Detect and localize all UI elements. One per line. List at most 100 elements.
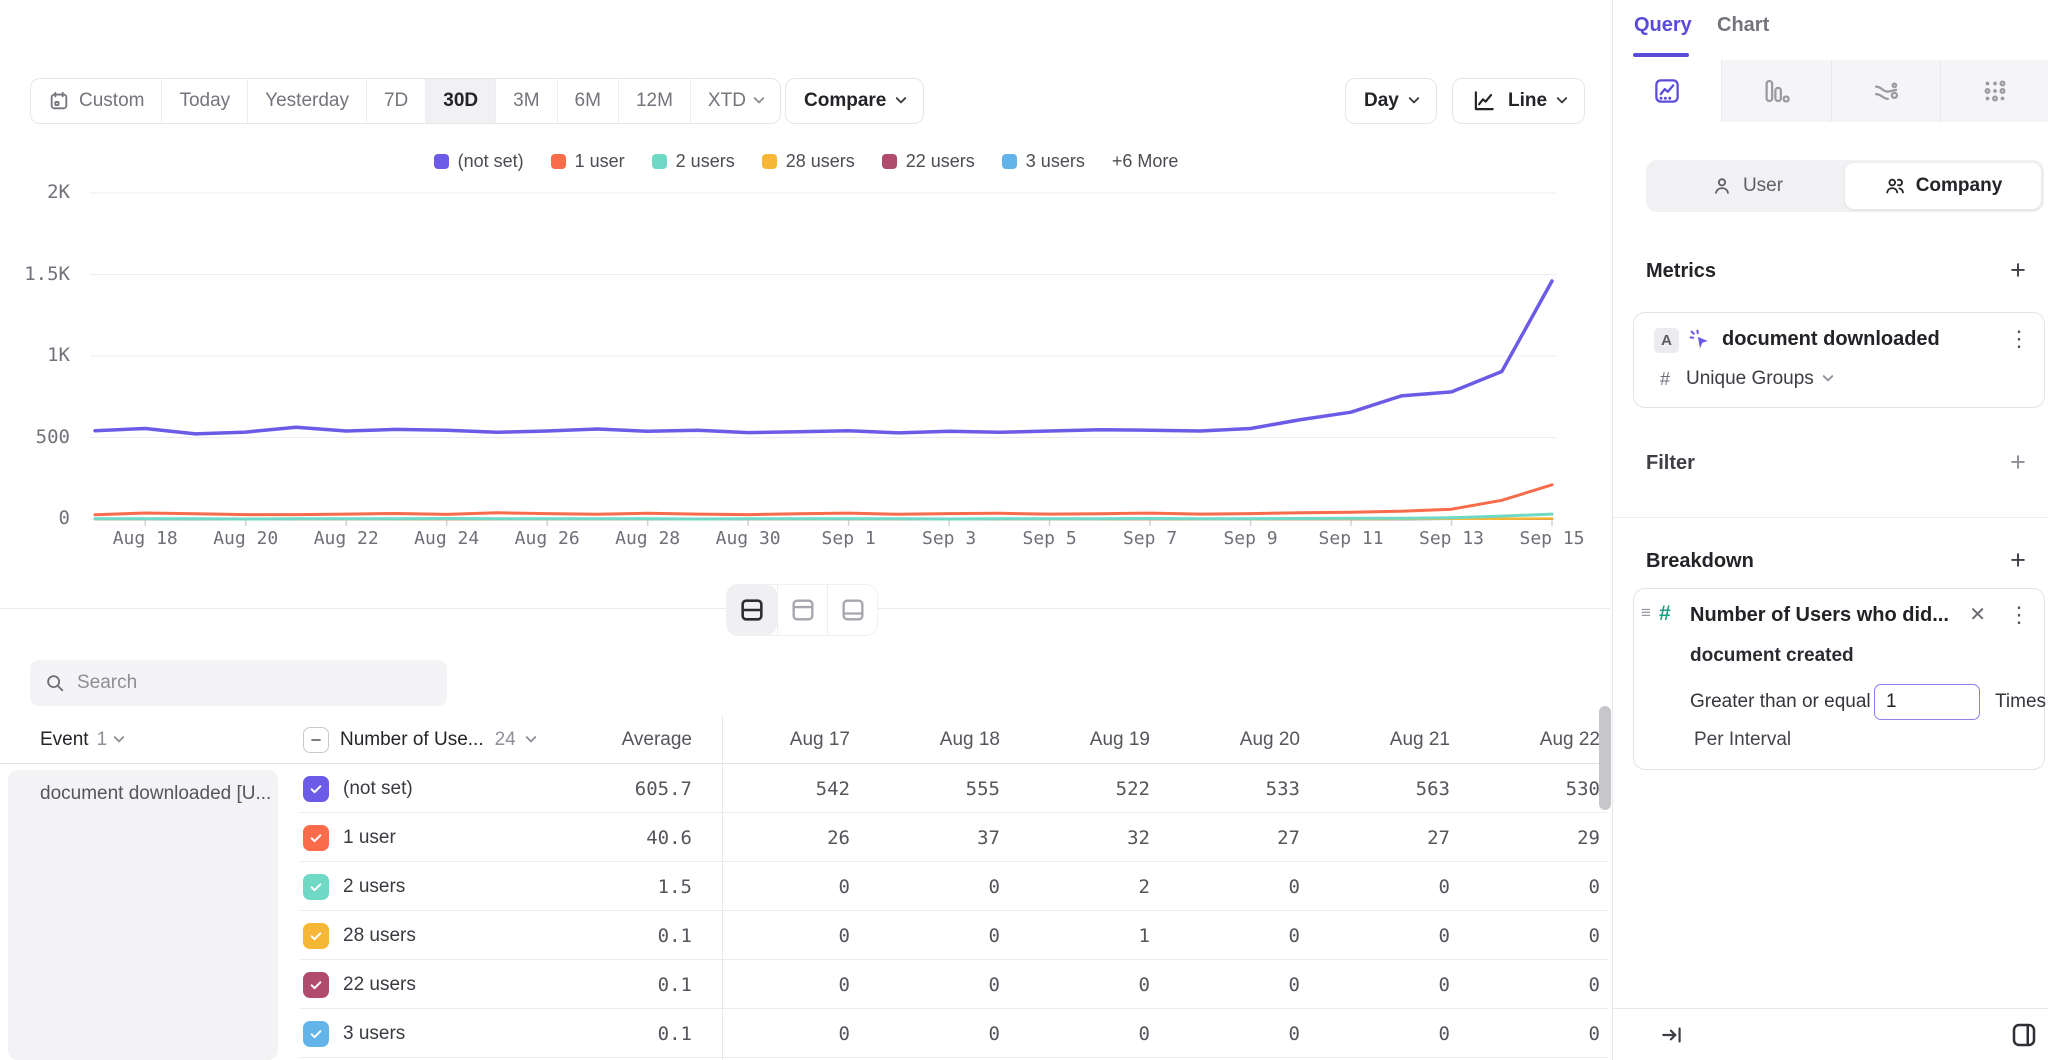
data-value: 0: [1322, 876, 1472, 898]
data-value: 0: [872, 876, 1022, 898]
data-value: 0: [872, 974, 1022, 996]
x-tick-label: Sep 7: [1123, 528, 1177, 549]
toggle-company[interactable]: Company: [1845, 163, 2041, 209]
chevron-down-icon: [1822, 371, 1833, 382]
date-column-header[interactable]: Aug 20: [1172, 729, 1322, 751]
breakdown-condition: Greater than or equal to: [1690, 691, 1892, 713]
data-value: 0: [1472, 974, 1608, 996]
chart-type-tab-flow-chart-icon[interactable]: [1831, 60, 1940, 122]
series-checkbox[interactable]: [303, 972, 329, 998]
series-checkbox[interactable]: [303, 874, 329, 900]
chart-type-tab-line-chart-icon[interactable]: [1613, 60, 1721, 122]
x-tick-label: Aug 28: [615, 528, 680, 549]
series-label: (not set): [343, 778, 413, 800]
date-column-header[interactable]: Aug 19: [1022, 729, 1172, 751]
data-value: 0: [722, 925, 872, 947]
chart-view-button[interactable]: [777, 585, 827, 635]
data-value: 563: [1322, 778, 1472, 800]
active-tab-underline: [1633, 53, 1689, 57]
x-tick-label: Aug 26: [515, 528, 580, 549]
breakdown-card[interactable]: ≡ # Number of Users who did... ✕ ⋮ docum…: [1633, 588, 2045, 770]
series-col-label: Number of Use...: [340, 729, 484, 751]
divider: [1613, 517, 2048, 518]
series-checkbox[interactable]: [303, 1021, 329, 1047]
y-tick-label: 1.5K: [0, 263, 70, 285]
x-tick-label: Aug 22: [314, 528, 379, 549]
x-tick-label: Sep 11: [1319, 528, 1384, 549]
data-value: 522: [1022, 778, 1172, 800]
data-value: 0: [722, 974, 872, 996]
data-value: 0: [1172, 925, 1322, 947]
data-value: 2: [1022, 876, 1172, 898]
data-value: 0: [1022, 1023, 1172, 1045]
x-tick-label: Sep 9: [1223, 528, 1277, 549]
side-panel-icon[interactable]: [2009, 1020, 2039, 1050]
select-all-checkbox[interactable]: [303, 727, 329, 753]
data-value: 0: [1472, 1023, 1608, 1045]
toggle-company-label: Company: [1916, 175, 2003, 197]
date-column-header[interactable]: Aug 18: [872, 729, 1022, 751]
series-cell: (not set): [303, 776, 555, 802]
tab-query[interactable]: Query: [1634, 14, 1692, 37]
x-tick-label: Aug 30: [716, 528, 781, 549]
date-columns: Aug 17Aug 18Aug 19Aug 20Aug 21Aug 22: [722, 729, 1608, 751]
average-value: 0.1: [555, 925, 722, 947]
series-column-header[interactable]: Number of Use... 24: [303, 727, 555, 753]
metric-kebab-icon[interactable]: ⋮: [2008, 328, 2030, 350]
series-cell: 2 users: [303, 874, 555, 900]
search-box: [30, 660, 447, 706]
panel-footer: [1613, 1008, 2048, 1060]
average-value: 0.1: [555, 974, 722, 996]
search-icon: [44, 672, 66, 694]
toggle-user[interactable]: User: [1649, 163, 1845, 209]
add-filter-button[interactable]: +: [2004, 448, 2032, 476]
x-tick-label: Aug 20: [213, 528, 278, 549]
drag-handle-icon[interactable]: ≡: [1641, 603, 1651, 623]
close-icon[interactable]: ✕: [1969, 602, 1986, 627]
date-column-header[interactable]: Aug 17: [722, 729, 872, 751]
metrics-heading: Metrics: [1646, 260, 1716, 283]
add-metric-button[interactable]: +: [2004, 256, 2032, 284]
y-tick-label: 0: [0, 507, 70, 529]
average-value: 0.1: [555, 1023, 722, 1045]
x-tick-label: Sep 5: [1022, 528, 1076, 549]
collapse-panel-icon[interactable]: [1659, 1022, 1685, 1048]
series-checkbox[interactable]: [303, 776, 329, 802]
search-input[interactable]: [77, 672, 433, 694]
times-input[interactable]: [1874, 684, 1980, 720]
add-breakdown-button[interactable]: +: [2004, 546, 2032, 574]
metric-card[interactable]: A document downloaded ⋮ # Unique Groups: [1633, 312, 2045, 408]
chart-type-tab-bar-chart-icon[interactable]: [1721, 60, 1830, 122]
breakdown-unit: Times: [1995, 691, 2046, 713]
chevron-down-icon: [525, 731, 536, 742]
event-cell[interactable]: document downloaded [U...: [8, 770, 278, 1060]
average-column-header[interactable]: Average: [555, 729, 722, 751]
data-value: 0: [1472, 925, 1608, 947]
table-view-button[interactable]: [827, 585, 877, 635]
chart-type-tab-scatter-grid-icon[interactable]: [1940, 60, 2048, 122]
date-column-header[interactable]: Aug 22: [1472, 729, 1608, 751]
user-icon: [1711, 175, 1733, 197]
average-value: 40.6: [555, 827, 722, 849]
user-company-toggle: User Company: [1646, 160, 2044, 212]
series-checkbox[interactable]: [303, 825, 329, 851]
layout-toggle-group: [726, 584, 878, 636]
breakdown-per-interval: Per Interval: [1694, 729, 1791, 751]
vertical-scrollbar[interactable]: [1599, 706, 1611, 810]
data-value: 0: [1472, 876, 1608, 898]
timeseries-chart[interactable]: [0, 0, 1612, 612]
split-view-button[interactable]: [727, 585, 777, 635]
data-value: 542: [722, 778, 872, 800]
date-column-header[interactable]: Aug 21: [1322, 729, 1472, 751]
data-value: 530: [1472, 778, 1608, 800]
event-column-header[interactable]: Event 1: [0, 729, 303, 751]
x-tick-label: Sep 1: [822, 528, 876, 549]
table-header: Event 1 Number of Use... 24 Average Aug …: [0, 716, 1608, 764]
series-checkbox[interactable]: [303, 923, 329, 949]
series-label: 22 users: [343, 974, 416, 996]
measure-dropdown[interactable]: Unique Groups: [1686, 368, 1832, 390]
column-divider: [722, 716, 723, 1060]
data-value: 0: [872, 925, 1022, 947]
tab-chart[interactable]: Chart: [1717, 14, 1769, 37]
breakdown-kebab-icon[interactable]: ⋮: [2008, 604, 2030, 626]
